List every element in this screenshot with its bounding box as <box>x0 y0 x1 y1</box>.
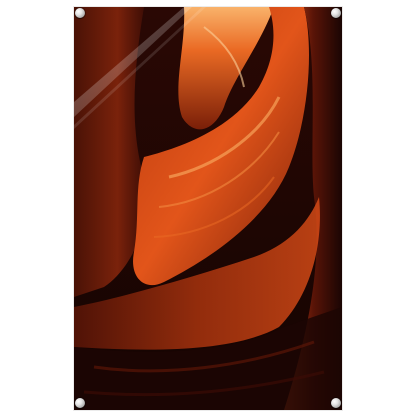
canyon-photo <box>74 7 342 410</box>
screw-top-left-icon <box>75 8 85 18</box>
screw-bottom-left-icon <box>75 398 85 408</box>
product-preview <box>0 0 416 416</box>
screw-top-right-icon <box>331 8 341 18</box>
screw-bottom-right-icon <box>331 398 341 408</box>
acrylic-print-panel <box>74 7 342 410</box>
